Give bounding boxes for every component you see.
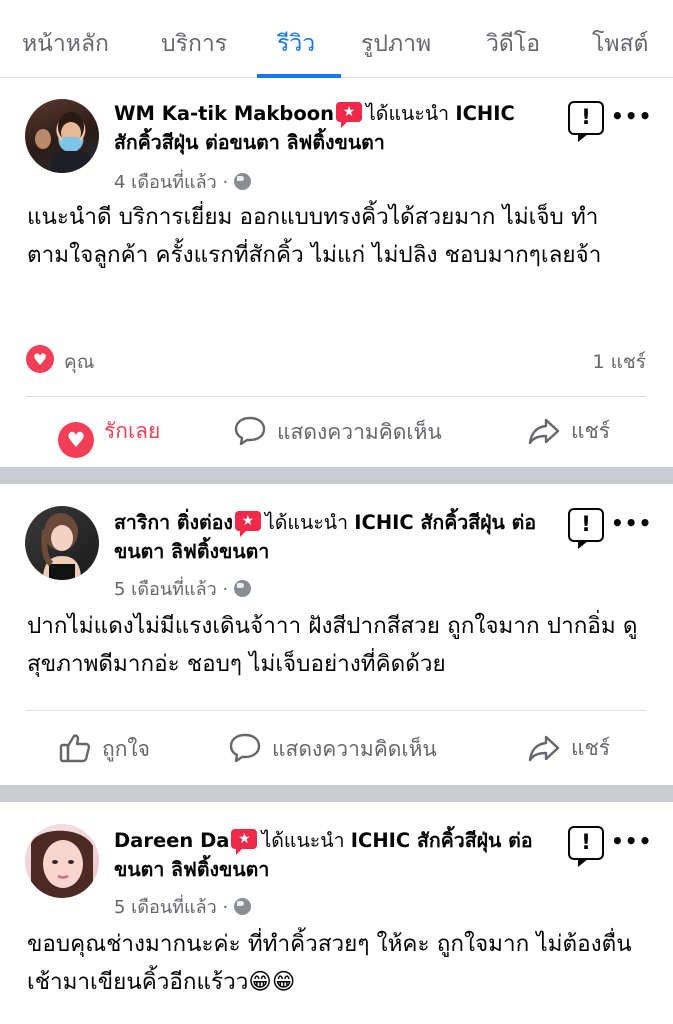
- post-header-line: สาริกา ติ่งต่อง ★ ได้แนะนำ ICHIC สักคิ้วสี…: [114, 508, 544, 566]
- share-button-label: แชร์: [571, 736, 611, 760]
- love-button-label: รักเลย: [104, 419, 161, 443]
- divider: [26, 710, 646, 711]
- post-header-line: WM Ka-tik Makboon ★ ได้แนะนำ ICHIC สักคิ้ว…: [114, 99, 544, 157]
- avatar-photo-icon: [31, 830, 93, 898]
- share-button[interactable]: แชร์: [527, 415, 610, 448]
- author-avatar[interactable]: [25, 824, 99, 898]
- post-text: แนะนำดี บริการเยี่ยม ออกแบบทรงคิ้วได้สวย…: [27, 204, 602, 268]
- review-post: WM Ka-tik Makboon ★ ได้แนะนำ ICHIC สักคิ้ว…: [0, 79, 673, 467]
- share-button-label: แชร์: [571, 419, 611, 443]
- post-meta: 5 เดือนที่แล้ว ·: [114, 574, 252, 603]
- post-meta: 4 เดือนที่แล้ว ·: [114, 167, 252, 196]
- like-button[interactable]: ถูกใจ: [58, 732, 150, 766]
- reaction-label: คุณ: [64, 351, 95, 373]
- globe-icon: [234, 898, 252, 915]
- share-count[interactable]: 1 แชร์: [593, 347, 646, 377]
- tab-services[interactable]: บริการ: [161, 26, 227, 62]
- share-arrow-icon: [528, 418, 560, 445]
- star-recommend-icon: ★: [336, 102, 362, 128]
- author-avatar[interactable]: [25, 506, 99, 580]
- recommends-label: ได้แนะนำ: [261, 829, 345, 852]
- comment-icon: [234, 416, 266, 446]
- star-recommend-icon: ★: [234, 511, 261, 537]
- avatar-photo-icon: [41, 513, 81, 580]
- share-arrow-icon: [528, 735, 560, 762]
- tab-reviews[interactable]: รีวิว: [277, 26, 315, 62]
- comment-button[interactable]: แสดงความคิดเห็น: [233, 415, 442, 449]
- avatar-photo-icon: [35, 112, 91, 173]
- tab-photos[interactable]: รูปภาพ: [361, 26, 431, 62]
- tab-home[interactable]: หน้าหลัก: [22, 26, 109, 62]
- author-avatar[interactable]: [25, 99, 99, 173]
- author-name[interactable]: สาริกา ติ่งต่อง: [114, 511, 233, 534]
- reaction-summary[interactable]: ♥ คุณ 1 แชร์: [26, 345, 646, 375]
- post-separator: [0, 467, 673, 484]
- post-text: ปากไม่แดงไม่มีแรงเดินจ้าาา ฝังสีปากสีสวย…: [27, 613, 638, 677]
- more-dots-icon[interactable]: •••: [611, 511, 652, 535]
- tab-videos[interactable]: วิดีโอ: [486, 26, 540, 62]
- post-time[interactable]: 5 เดือนที่แล้ว ·: [114, 897, 228, 918]
- post-separator: [0, 785, 673, 802]
- heart-reaction-icon: ♥: [26, 345, 54, 373]
- recommends-label: ได้แนะนำ: [366, 102, 450, 125]
- comment-button-label: แสดงความคิดเห็น: [272, 737, 437, 761]
- share-button[interactable]: แชร์: [527, 732, 610, 765]
- star-recommend-icon: ★: [231, 829, 258, 855]
- review-post: Dareen Da ★ ได้แนะนำ ICHIC สักคิ้วสีฝุ่น ต…: [0, 802, 673, 1024]
- tab-posts[interactable]: โพสต์: [592, 26, 649, 62]
- comment-button[interactable]: แสดงความคิดเห็น: [228, 732, 437, 766]
- review-post: สาริกา ติ่งต่อง ★ ได้แนะนำ ICHIC สักคิ้วสี…: [0, 484, 673, 785]
- author-name[interactable]: Dareen Da: [114, 829, 229, 852]
- comment-icon: [229, 733, 261, 763]
- heart-icon: ♥: [58, 422, 94, 458]
- globe-icon: [234, 580, 252, 597]
- like-button-label: ถูกใจ: [102, 737, 150, 761]
- more-dots-icon[interactable]: •••: [611, 104, 652, 128]
- report-exclamation-icon[interactable]: !: [568, 101, 604, 142]
- author-name[interactable]: WM Ka-tik Makboon: [114, 102, 334, 125]
- report-exclamation-icon[interactable]: !: [568, 826, 604, 867]
- post-meta: 5 เดือนที่แล้ว ·: [114, 892, 252, 921]
- recommends-label: ได้แนะนำ: [264, 511, 349, 534]
- post-time[interactable]: 4 เดือนที่แล้ว ·: [114, 172, 228, 193]
- divider: [26, 396, 646, 397]
- post-header-line: Dareen Da ★ ได้แนะนำ ICHIC สักคิ้วสีฝุ่น ต…: [114, 826, 544, 884]
- globe-icon: [234, 173, 252, 190]
- thumbs-up-icon: [59, 734, 91, 763]
- report-exclamation-icon[interactable]: !: [568, 508, 604, 549]
- post-time[interactable]: 5 เดือนที่แล้ว ·: [114, 579, 228, 600]
- more-dots-icon[interactable]: •••: [611, 829, 652, 853]
- post-text: ขอบคุณช่างมากนะค่ะ ที่ทำคิ้วสวยๆ ให้คะ ถ…: [27, 931, 632, 995]
- page-tab-bar: หน้าหลัก บริการ รีวิว รูปภาพ วิดีโอ โพสต…: [0, 0, 673, 78]
- comment-button-label: แสดงความคิดเห็น: [277, 420, 442, 444]
- active-tab-indicator: [257, 74, 341, 78]
- love-button[interactable]: ♥ รักเลย: [58, 415, 160, 458]
